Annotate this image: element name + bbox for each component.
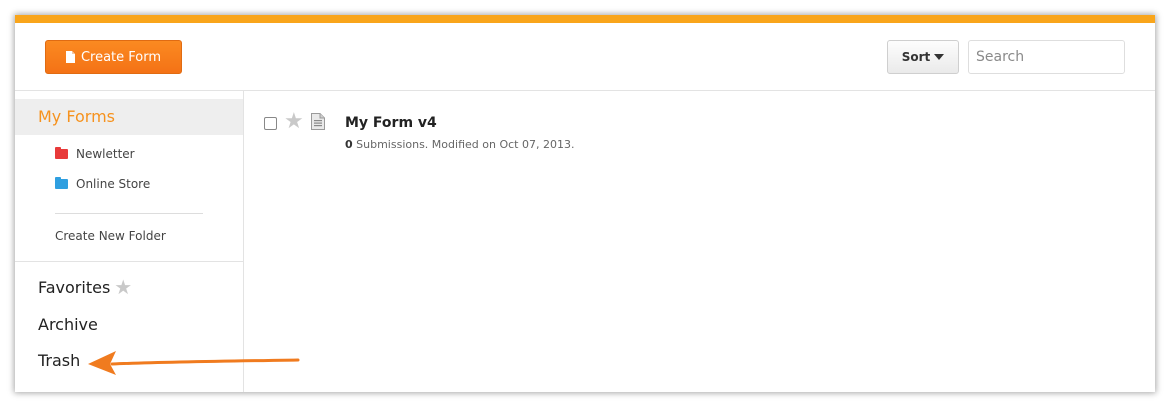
search-input[interactable] <box>968 40 1125 74</box>
caret-down-icon <box>934 54 945 60</box>
archive-label: Archive <box>38 315 98 334</box>
form-title[interactable]: My Form v4 <box>345 115 437 131</box>
sidebar-section-divider <box>15 261 243 262</box>
sidebar-item-archive[interactable]: Archive <box>38 315 98 334</box>
sidebar: My Forms Newletter Online Store Create N… <box>15 91 244 392</box>
star-icon[interactable]: ★ <box>284 111 304 133</box>
folder-label: Newletter <box>76 147 135 161</box>
sidebar-divider <box>55 213 203 214</box>
folder-icon <box>55 147 68 159</box>
form-checkbox[interactable] <box>264 117 277 130</box>
my-forms-label: My Forms <box>38 107 115 126</box>
star-icon: ★ <box>114 275 133 299</box>
document-icon <box>65 51 75 63</box>
folder-label: Online Store <box>76 177 151 191</box>
form-list: ★ My Form v4 0 Submissions. Modified on … <box>244 91 1155 392</box>
trash-label: Trash <box>38 351 81 370</box>
folder-item-newletter[interactable]: Newletter <box>55 147 135 161</box>
create-form-button[interactable]: Create Form <box>45 40 182 74</box>
sidebar-item-trash[interactable]: Trash <box>38 351 80 370</box>
create-new-folder-link[interactable]: Create New Folder <box>55 229 166 243</box>
sidebar-item-my-forms[interactable]: My Forms <box>15 99 243 135</box>
top-accent-bar <box>15 15 1155 23</box>
sidebar-item-favorites[interactable]: Favorites ★ <box>38 277 132 297</box>
sort-label: Sort <box>901 50 931 64</box>
submission-count: 0 <box>345 138 353 151</box>
favorites-label: Favorites <box>38 277 111 297</box>
sort-button[interactable]: Sort <box>887 40 959 74</box>
form-meta-text: Submissions. Modified on Oct 07, 2013. <box>352 138 575 151</box>
folder-item-online-store[interactable]: Online Store <box>55 177 150 191</box>
toolbar: Create Form Sort <box>15 23 1155 91</box>
form-document-icon <box>311 113 325 130</box>
form-manager-window: Create Form Sort My Forms Newletter Onli… <box>15 15 1155 392</box>
folder-icon <box>55 177 68 189</box>
create-form-label: Create Form <box>80 49 162 65</box>
form-meta: 0 Submissions. Modified on Oct 07, 2013. <box>345 138 574 151</box>
